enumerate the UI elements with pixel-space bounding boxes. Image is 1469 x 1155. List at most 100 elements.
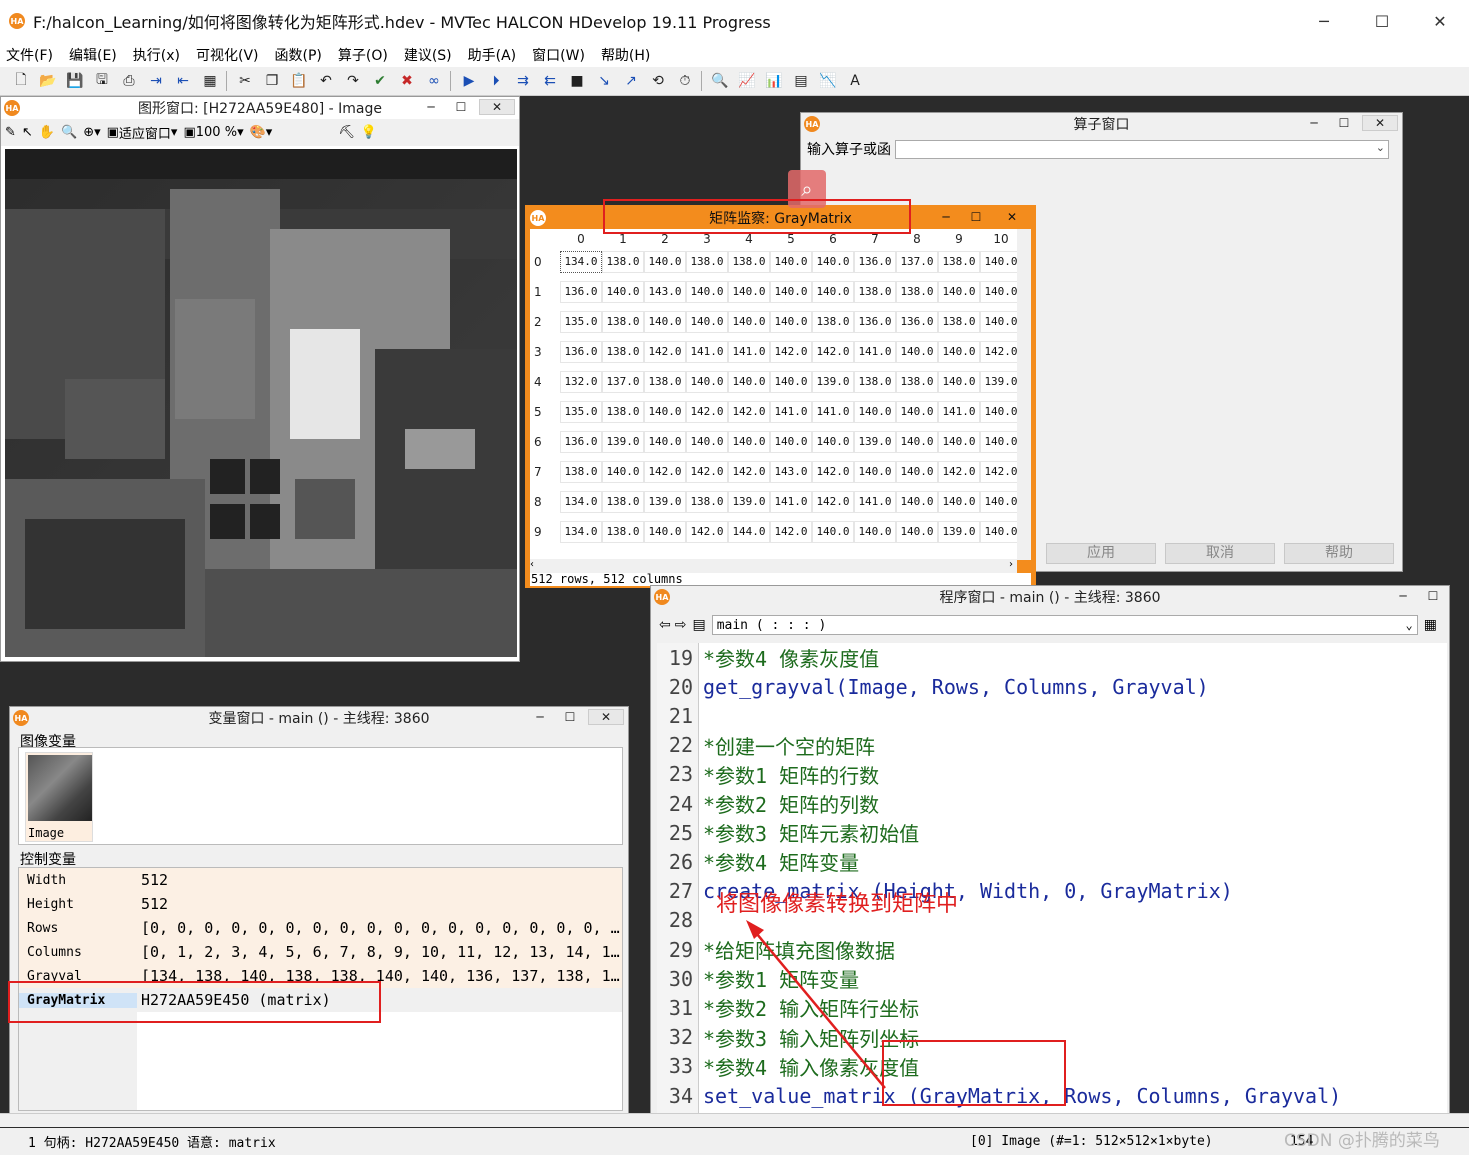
matrix-cell[interactable]: 139.0 [854,431,896,453]
matrix-cell[interactable]: 140.0 [938,341,980,363]
matrix-cell[interactable]: 139.0 [812,371,854,393]
matrix-cell[interactable]: 140.0 [602,461,644,483]
cut-icon[interactable]: ✂ [234,71,256,91]
matrix-cell[interactable]: 140.0 [938,371,980,393]
matrix-cell[interactable]: 140.0 [728,281,770,303]
matrix-cell[interactable]: 138.0 [560,461,602,483]
maximize-button[interactable]: ☐ [964,209,988,225]
scroll-right-icon[interactable]: › [1009,559,1013,570]
matrix-cell[interactable]: 140.0 [728,431,770,453]
export-icon[interactable]: ⇥ [145,71,167,91]
matrix-cell[interactable]: 140.0 [854,461,896,483]
ocr-icon[interactable]: A [844,71,866,91]
matrix-cell[interactable]: 142.0 [644,341,686,363]
matrix-cell[interactable]: 140.0 [644,431,686,453]
matrix-cell[interactable]: 140.0 [812,431,854,453]
menu-suggestions[interactable]: 建议(S) [404,45,452,65]
menu-operators[interactable]: 算子(O) [338,45,388,65]
matrix-cell[interactable]: 140.0 [980,311,1022,333]
matrix-cell[interactable]: 138.0 [854,281,896,303]
matrix-cell[interactable]: 141.0 [812,401,854,423]
lightbulb-icon[interactable]: 💡 [361,125,377,140]
code-line[interactable]: 22 *创建一个空的矩阵 [657,731,875,760]
delete-icon[interactable]: ✖ [396,71,418,91]
matrix-cell[interactable]: 140.0 [980,401,1022,423]
zoom-select[interactable]: ▣ 100 % ▾ [183,125,243,140]
matrix-cell[interactable]: 140.0 [770,251,812,273]
chevron-down-icon[interactable]: ⌄ [1405,618,1412,632]
menu-visualization[interactable]: 可视化(V) [196,45,259,65]
matrix-cell[interactable]: 140.0 [896,431,938,453]
matrix-cell[interactable]: 136.0 [896,311,938,333]
matrix-cell[interactable]: 138.0 [938,311,980,333]
minimize-button[interactable]: ─ [1295,0,1353,42]
maximize-button[interactable]: ☐ [449,99,473,115]
matrix-cell[interactable]: 140.0 [980,251,1022,273]
matrix-cell[interactable]: 139.0 [728,491,770,513]
stop-icon[interactable]: ■ [566,71,588,91]
color-icon[interactable]: 🎨▾ [250,125,273,140]
matrix-cell[interactable]: 139.0 [938,521,980,543]
code-line[interactable]: 20 get_grayval(Image, Rows, Columns, Gray… [657,672,1209,701]
matrix-cell[interactable]: 140.0 [686,371,728,393]
matrix-cell[interactable]: 138.0 [686,491,728,513]
matrix-cell[interactable]: 138.0 [854,371,896,393]
matrix-cell[interactable]: 132.0 [560,371,602,393]
zoom-icon[interactable]: ⊕▾ [83,125,100,140]
matrix-cell[interactable]: 140.0 [812,251,854,273]
matrix-cell[interactable]: 134.0 [560,251,602,273]
menu-file[interactable]: 文件(F) [6,45,53,65]
matrix-cell[interactable]: 138.0 [938,251,980,273]
matrix-cell[interactable]: 138.0 [602,311,644,333]
matrix-cell[interactable]: 140.0 [644,521,686,543]
redo-icon[interactable]: ↷ [342,71,364,91]
timer-icon[interactable]: ⏱ [674,71,696,91]
matrix-cell[interactable]: 138.0 [602,491,644,513]
scroll-left-icon[interactable]: ‹ [530,559,534,570]
matrix-cell[interactable]: 140.0 [728,311,770,333]
maximize-button[interactable]: ☐ [1421,588,1445,604]
pointer-icon[interactable]: ↖ [22,125,33,140]
code-line[interactable]: 31 *参数2 输入矩阵行坐标 [657,993,919,1022]
matrix-cell[interactable]: 142.0 [728,461,770,483]
matrix-cell[interactable]: 142.0 [938,461,980,483]
undo-icon[interactable]: ↶ [315,71,337,91]
code-line[interactable]: 29 *给矩阵填充图像数据 [657,935,895,964]
image-variable-thumbnail[interactable]: Image [25,752,93,842]
help-button[interactable]: 帮助 [1284,543,1394,564]
matrix-cell[interactable]: 142.0 [728,401,770,423]
matrix-cell[interactable]: 140.0 [938,281,980,303]
code-line[interactable]: 19 *参数4 像素灰度值 [657,643,879,672]
matrix-cell[interactable]: 140.0 [854,521,896,543]
matrix-cell[interactable]: 140.0 [980,431,1022,453]
matrix-cell[interactable]: 138.0 [602,521,644,543]
maximize-button[interactable]: ☐ [558,709,582,725]
reset-icon[interactable]: ⟲ [647,71,669,91]
code-line[interactable]: 30 *参数1 矩阵变量 [657,964,859,993]
matrix-cell[interactable]: 140.0 [812,521,854,543]
matrix-vertical-scrollbar[interactable] [1017,229,1031,560]
binoculars-icon[interactable]: ∞ [423,71,445,91]
run-icon[interactable]: ▶ [458,71,480,91]
region-icon[interactable]: ⛏ [338,125,355,140]
matrix-cell[interactable]: 140.0 [938,431,980,453]
matrix-cell[interactable]: 140.0 [770,371,812,393]
step-into-icon[interactable]: ↘ [593,71,615,91]
histogram-icon[interactable]: 📊 [763,71,785,91]
matrix-cell[interactable]: 141.0 [854,491,896,513]
matrix-cell[interactable]: 136.0 [854,251,896,273]
matrix-cell[interactable]: 139.0 [602,431,644,453]
matrix-cell[interactable]: 136.0 [560,341,602,363]
matrix-cell[interactable]: 142.0 [686,521,728,543]
check-icon[interactable]: ✔ [369,71,391,91]
matrix-cell[interactable]: 142.0 [980,461,1022,483]
matrix-cell[interactable]: 140.0 [644,311,686,333]
table-row[interactable]: Height 512 [19,892,622,916]
matrix-cell[interactable]: 136.0 [854,311,896,333]
matrix-cell[interactable]: 140.0 [980,491,1022,513]
matrix-cell[interactable]: 141.0 [938,401,980,423]
image-view[interactable] [5,149,517,657]
matrix-cell[interactable]: 138.0 [896,281,938,303]
matrix-cell[interactable]: 140.0 [896,341,938,363]
fit-window-button[interactable]: ▣ 适应窗口 ▾ [107,123,178,142]
